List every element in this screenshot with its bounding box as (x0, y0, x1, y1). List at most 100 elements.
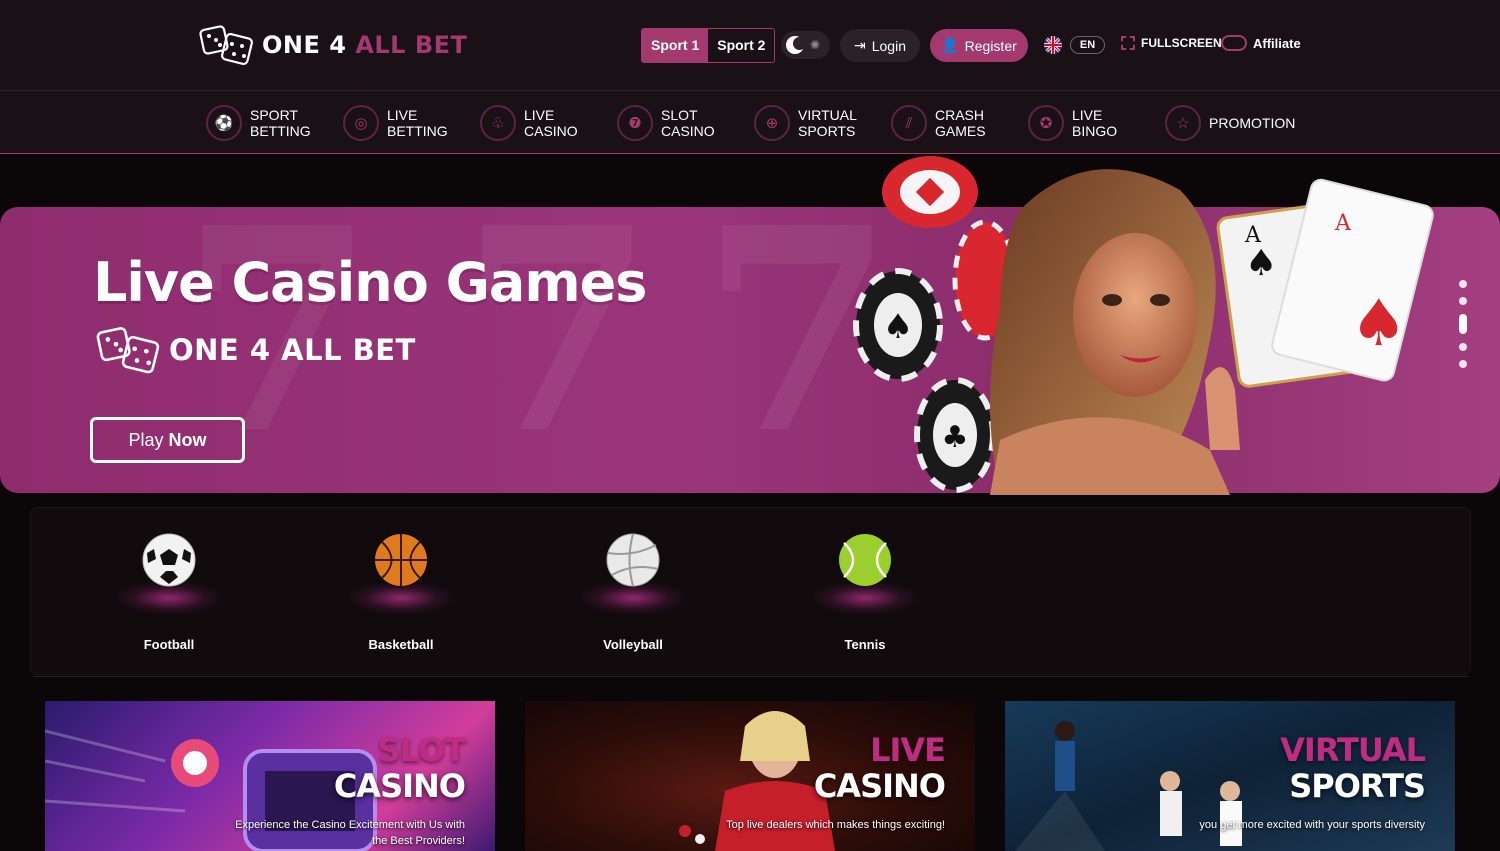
dice-logo-icon (96, 327, 160, 374)
logo-word-four: 4 (329, 31, 347, 59)
section-divider (33, 676, 1468, 677)
affiliate-link[interactable]: Affiliate (1221, 35, 1301, 51)
star-icon: ☆ (1165, 105, 1201, 141)
promo-live-casino[interactable]: LIVE CASINO Top live dealers which makes… (525, 701, 975, 851)
bingo-icon: ✪ (1028, 105, 1064, 141)
play-now-button[interactable]: Play Now (90, 417, 245, 463)
gamepad-icon: ⊕ (754, 105, 790, 141)
black-chip-icon: ♠ (853, 268, 943, 382)
nav-promotion[interactable]: ☆ PROMOTION (1165, 105, 1309, 141)
nav-live-betting[interactable]: ◎ LIVE BETTING (343, 105, 457, 141)
svg-text:A: A (1334, 211, 1352, 236)
nav-line2: SPORTS (798, 123, 856, 139)
logo-word-one: ONE (262, 31, 321, 59)
nav-line2: BINGO (1072, 123, 1118, 139)
sun-icon: ✺ (810, 38, 821, 52)
nav-virtual-sports[interactable]: ⊕ VIRTUAL SPORTS (754, 105, 868, 141)
slide-dot[interactable] (1459, 280, 1467, 288)
nav-line1: CRASH (935, 107, 985, 123)
playing-cards-icon: A ♠ A ♠ (1216, 178, 1434, 388)
hero-logo-word-one: ONE (169, 333, 240, 367)
nav-line1: LIVE (1072, 107, 1103, 123)
promo-virtual-sports[interactable]: VIRTUAL SPORTS you get more excited with… (1005, 701, 1455, 851)
sport1-button[interactable]: Sport 1 (642, 29, 709, 62)
promo-description: Top live dealers which makes things exci… (726, 819, 945, 831)
handshake-icon (1221, 35, 1247, 51)
hero-title: Live Casino Games (93, 251, 647, 314)
sport-name: Volleyball (603, 637, 663, 652)
logo-word-allbet: ALL BET (355, 31, 468, 59)
nav-live-casino[interactable]: ♧ LIVE CASINO (480, 105, 594, 141)
fullscreen-button[interactable]: FULLSCREEN (1121, 36, 1222, 50)
promo-title: SPORTS (1289, 767, 1426, 805)
register-button[interactable]: 👤 Register (930, 29, 1028, 62)
dice-logo-icon (199, 25, 254, 66)
slider-pagination (1459, 280, 1467, 368)
now-label: Now (168, 430, 207, 450)
nav-sport-betting[interactable]: ⚽ SPORT BETTING (206, 105, 320, 141)
slide-dot[interactable] (1459, 297, 1467, 305)
sport2-button[interactable]: Sport 2 (708, 29, 775, 62)
nav-crash-games[interactable]: ⫽ CRASH GAMES (891, 105, 1005, 141)
hero-artwork: ♠ ♣ A ♠ A ♠ (853, 156, 1434, 495)
language-select[interactable]: EN (1070, 36, 1105, 54)
volleyball-icon (606, 533, 660, 587)
promo-title: CASINO (813, 767, 946, 805)
uk-flag-icon[interactable] (1044, 36, 1062, 54)
svg-text:♠: ♠ (1245, 243, 1277, 284)
hero-logo-word-allbet: ALL BET (281, 333, 416, 367)
sport-switch: Sport 1 Sport 2 (641, 28, 776, 63)
register-label: Register (964, 37, 1017, 54)
promo-title: CASINO (333, 767, 466, 805)
sport-tile-tennis[interactable]: Tennis (795, 533, 935, 652)
nav-label-promotion: PROMOTION (1209, 115, 1296, 131)
slide-dot[interactable] (1459, 343, 1467, 351)
nav-line2: CASINO (524, 123, 578, 139)
slide-dot[interactable] (1459, 360, 1467, 368)
sports-panel: Football Basketball Volleyball Tennis (30, 507, 1471, 675)
svg-text:♣: ♣ (942, 420, 969, 455)
nav-line2: CASINO (661, 123, 715, 139)
nav-live-bingo[interactable]: ✪ LIVE BINGO (1028, 105, 1142, 141)
sport-tile-football[interactable]: Football (99, 533, 239, 652)
promo-title-accent: LIVE (870, 731, 946, 769)
sport-name: Basketball (368, 637, 434, 652)
play-label: Play (128, 430, 164, 450)
sport-name: Tennis (844, 637, 886, 652)
basketball-icon (374, 533, 428, 587)
nav-line1: SLOT (661, 107, 698, 123)
sport-name: Football (143, 637, 195, 652)
svg-text:♠: ♠ (1350, 287, 1407, 361)
nav-line2: BETTING (387, 123, 448, 139)
fullscreen-label: FULLSCREEN (1141, 36, 1222, 50)
dealer-woman-image (990, 169, 1240, 495)
promo-slot-casino[interactable]: SLOT CASINO Experience the Casino Excite… (45, 701, 495, 851)
login-button[interactable]: ⇥ Login (840, 29, 920, 62)
slide-dot-active[interactable] (1459, 314, 1467, 334)
nav-slot-casino[interactable]: ❼ SLOT CASINO (617, 105, 731, 141)
sport-tile-volleyball[interactable]: Volleyball (563, 533, 703, 652)
main-nav: ⚽ SPORT BETTING ◎ LIVE BETTING ♧ LIVE CASIN… (0, 90, 1500, 154)
nav-line1: LIVE (524, 107, 555, 123)
svg-text:♠: ♠ (883, 307, 913, 347)
nav-line2: BETTING (250, 123, 311, 139)
moon-icon (786, 36, 806, 54)
club-icon: ♧ (480, 105, 516, 141)
red-chip-icon (882, 156, 978, 228)
chart-icon: ⫽ (891, 105, 927, 141)
nav-line1: LIVE (387, 107, 418, 123)
slot-icon: ❼ (617, 105, 653, 141)
fullscreen-icon (1121, 36, 1135, 50)
affiliate-label: Affiliate (1253, 35, 1301, 51)
nav-line1: SPORT (250, 107, 298, 123)
site-logo[interactable]: ONE 4 ALL BET (198, 22, 467, 68)
nav-line1: VIRTUAL (798, 107, 857, 123)
sport-tile-basketball[interactable]: Basketball (331, 533, 471, 652)
promo-title-accent: SLOT (377, 731, 466, 769)
black-chip-icon: ♣ (914, 377, 996, 493)
top-bar: ONE 4 ALL BET Sport 1 Sport 2 ✺ ⇥ Login … (0, 0, 1500, 90)
add-user-icon: 👤 (941, 37, 959, 53)
soccer-ball-icon: ⚽ (206, 105, 242, 141)
hero-logo: ONE 4 ALL BET (95, 319, 416, 381)
theme-toggle[interactable]: ✺ (781, 31, 830, 59)
